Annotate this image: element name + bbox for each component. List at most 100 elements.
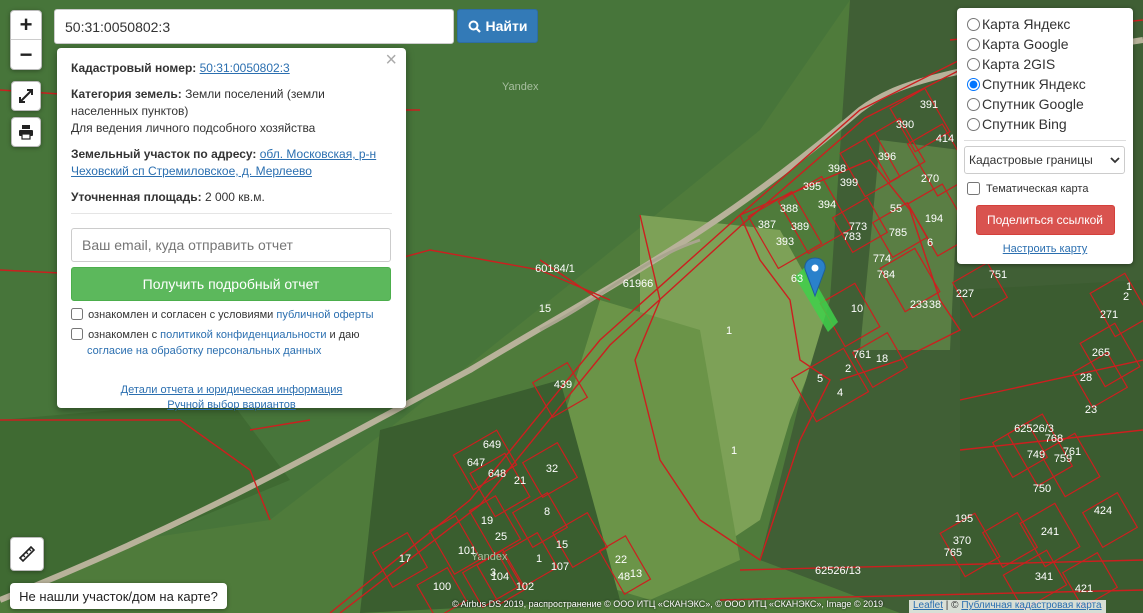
privacy-checkbox[interactable]	[71, 328, 83, 340]
parcel-label: 749	[1027, 449, 1045, 461]
parcel-label: 1	[536, 553, 542, 565]
parcel-label: 751	[989, 269, 1007, 281]
yandex-watermark: Yandex	[502, 81, 539, 93]
manual-selection-link[interactable]: Ручной выбор вариантов	[167, 399, 295, 411]
parcel-label: 2	[845, 363, 851, 375]
not-found-button[interactable]: Не нашли участок/дом на карте?	[10, 583, 227, 609]
thematic-label: Тематическая карта	[986, 182, 1089, 195]
parcel-label: 783	[843, 231, 861, 243]
basemap-option[interactable]: Карта 2GIS	[964, 54, 1126, 74]
basemap-radio[interactable]	[967, 77, 980, 91]
parcel-label: 102	[516, 581, 534, 593]
parcel-label: 6	[927, 237, 933, 249]
parcel-label: 389	[791, 221, 809, 233]
offer-link[interactable]: публичной оферты	[276, 309, 373, 321]
get-report-button[interactable]: Получить подробный отчет	[71, 267, 391, 301]
parcel-label: 241	[1041, 526, 1059, 538]
basemap-radio[interactable]	[967, 57, 980, 71]
basemap-option[interactable]: Карта Яндекс	[964, 14, 1126, 34]
parcel-label: 388	[780, 203, 798, 215]
basemap-option-label: Карта Яндекс	[982, 16, 1071, 32]
basemap-radio[interactable]	[967, 37, 980, 51]
basemap-option-label: Спутник Яндекс	[982, 76, 1086, 92]
parcel-label: 61966	[623, 278, 654, 290]
parcel-label: 768	[1045, 433, 1063, 445]
parcel-label: 22	[615, 554, 627, 566]
parcel-label: 370	[953, 535, 971, 547]
pkk-link[interactable]: Публичная кадастровая карта	[961, 600, 1101, 611]
land-purpose: Для ведения личного подсобного хозяйства	[71, 121, 316, 135]
parcel-label: 774	[873, 253, 891, 265]
land-category-row: Категория земель: Земли поселений (земли…	[71, 86, 392, 137]
expand-icon	[19, 89, 33, 103]
parcel-label: 28	[1080, 372, 1092, 384]
privacy-policy-link[interactable]: политикой конфиденциальности	[160, 329, 326, 341]
parcel-label: 399	[840, 177, 858, 189]
parcel-label: 100	[433, 581, 451, 593]
personal-data-link[interactable]: согласие на обработку персональных данны…	[71, 345, 321, 357]
parcel-label: 647	[467, 457, 485, 469]
parcel-info-popup: × Кадастровый номер: 50:31:0050802:3 Кат…	[57, 48, 406, 411]
parcel-label: 395	[803, 181, 821, 193]
parcel-label: 8	[544, 506, 550, 518]
report-details-link[interactable]: Детали отчета и юридическая информация	[121, 384, 343, 396]
zoom-control: + −	[10, 10, 42, 70]
area-label: Уточненная площадь:	[71, 190, 202, 204]
search-input[interactable]	[54, 9, 454, 44]
fullscreen-button[interactable]	[11, 81, 41, 111]
email-field[interactable]	[71, 228, 391, 262]
parcel-label: 391	[920, 99, 938, 111]
find-button[interactable]: Найти	[457, 9, 538, 43]
parcel-label: 63	[791, 273, 803, 285]
address-row: Земельный участок по адресу: обл. Москов…	[71, 146, 392, 180]
offer-checkbox[interactable]	[71, 308, 83, 320]
basemap-option[interactable]: Карта Google	[964, 34, 1126, 54]
parcel-label: 750	[1033, 483, 1051, 495]
parcel-label: 15	[556, 539, 568, 551]
basemap-option[interactable]: Спутник Яндекс	[964, 74, 1126, 94]
leaflet-link[interactable]: Leaflet	[913, 600, 943, 611]
basemap-option[interactable]: Спутник Bing	[964, 114, 1126, 134]
basemap-radio[interactable]	[967, 97, 980, 111]
parcel-label: 195	[955, 513, 973, 525]
parcel-label: 784	[877, 269, 895, 281]
offer-consent: ознакомлен и согласен с условиями публич…	[71, 307, 392, 323]
parcel-label: 48	[618, 571, 630, 583]
basemap-option[interactable]: Спутник Google	[964, 94, 1126, 114]
parcel-label: 233	[910, 299, 928, 311]
zoom-in-button[interactable]: +	[11, 11, 41, 40]
parcel-label: 227	[956, 288, 974, 300]
share-link-button[interactable]: Поделиться ссылкой	[975, 205, 1115, 235]
parcel-label: 17	[399, 553, 411, 565]
parcel-label: 761	[1063, 446, 1081, 458]
setup-map-link[interactable]: Настроить карту	[1003, 243, 1088, 255]
overlay-select[interactable]: Кадастровые границы	[964, 146, 1125, 174]
parcel-label: 649	[483, 439, 501, 451]
thematic-map-toggle[interactable]: Тематическая карта	[964, 182, 1126, 195]
parcel-label: 390	[896, 119, 914, 131]
basemap-radio[interactable]	[967, 117, 980, 131]
parcel-label: 25	[495, 531, 507, 543]
yandex-watermark-2: Yandex	[471, 551, 508, 563]
zoom-out-button[interactable]: −	[11, 40, 41, 69]
parcel-label: 104	[491, 571, 509, 583]
parcel-label: 60184/1	[535, 263, 575, 275]
parcel-label: 107	[551, 561, 569, 573]
close-icon[interactable]: ×	[385, 50, 397, 70]
thematic-checkbox[interactable]	[967, 182, 980, 195]
print-button[interactable]	[11, 117, 41, 147]
cadastral-number-label: Кадастровый номер:	[71, 61, 197, 75]
basemap-options: Карта Яндекс Карта Google Карта 2GIS Спутни…	[964, 14, 1126, 134]
parcel-label: 10	[851, 303, 863, 315]
parcel-label: 13	[630, 568, 642, 580]
parcel-label: 32	[546, 463, 558, 475]
ruler-icon	[18, 545, 36, 563]
cadastral-number-link[interactable]: 50:31:0050802:3	[200, 61, 290, 75]
ruler-button[interactable]	[10, 537, 44, 571]
parcel-label: 424	[1094, 505, 1112, 517]
attribution-separator: | ©	[943, 600, 962, 611]
imagery-attribution: © Airbus DS 2019, распространение © ООО …	[452, 599, 884, 609]
basemap-radio[interactable]	[967, 17, 980, 31]
offer-consent-text: ознакомлен и согласен с условиями	[88, 309, 277, 321]
find-button-label: Найти	[485, 18, 528, 34]
